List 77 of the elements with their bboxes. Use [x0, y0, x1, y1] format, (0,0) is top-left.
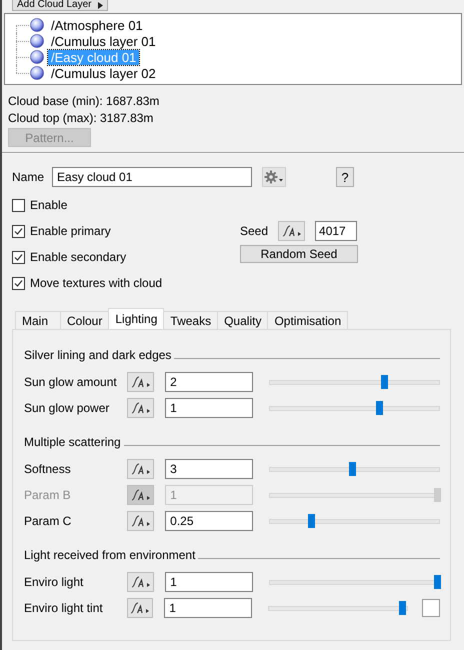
- tab[interactable]: Main: [15, 311, 61, 329]
- curve-icon: [130, 375, 152, 389]
- slider-thumb[interactable]: [399, 601, 406, 615]
- checkbox[interactable]: [12, 250, 25, 264]
- group-title: Light received from environment: [24, 548, 196, 562]
- tree-item[interactable]: /Atmosphere 01: [48, 18, 146, 32]
- value-field[interactable]: 2: [165, 372, 254, 392]
- animation-button[interactable]: [127, 485, 154, 505]
- sphere-icon: [30, 18, 44, 32]
- value-field[interactable]: 1: [165, 572, 254, 592]
- help-button[interactable]: ?: [336, 167, 354, 187]
- animation-button[interactable]: [127, 572, 154, 592]
- animation-button[interactable]: [278, 221, 306, 241]
- dropdown-arrow-icon: [98, 2, 102, 8]
- tab[interactable]: Lighting: [108, 308, 164, 329]
- group-title: Multiple scattering: [24, 434, 121, 448]
- parameter-label: Softness: [24, 462, 72, 476]
- random-seed-button[interactable]: Random Seed: [240, 245, 358, 263]
- slider[interactable]: [269, 375, 440, 389]
- group-title: Silver lining and dark edges: [24, 348, 172, 362]
- checkbox-label: Enable: [30, 198, 68, 212]
- parameter-label: Param B: [24, 488, 72, 502]
- slider[interactable]: [269, 575, 440, 589]
- curve-icon: [130, 401, 152, 415]
- slider[interactable]: [269, 462, 440, 476]
- checkbox[interactable]: [12, 224, 25, 238]
- name-label: Name: [12, 170, 44, 184]
- animation-button[interactable]: [127, 372, 154, 392]
- slider[interactable]: [268, 601, 408, 615]
- tree-item[interactable]: /Cumulus layer 02: [48, 66, 159, 80]
- slider-thumb[interactable]: [434, 575, 441, 589]
- tab[interactable]: Optimisation: [267, 311, 348, 329]
- parameter-label: Enviro light tint: [24, 601, 104, 615]
- curve-icon: [130, 514, 152, 528]
- checkbox-label: Enable secondary: [30, 250, 126, 264]
- checkbox[interactable]: [12, 276, 25, 290]
- seed-label: Seed: [240, 224, 268, 238]
- animation-button[interactable]: [127, 459, 154, 479]
- parameter-label: Sun glow power: [24, 401, 110, 415]
- seed-field[interactable]: 4017: [315, 221, 358, 241]
- parameter-label: Param C: [24, 514, 72, 528]
- checkbox[interactable]: [12, 198, 25, 212]
- checkbox-label: Move textures with cloud: [30, 276, 162, 290]
- curve-icon: [128, 601, 151, 615]
- sphere-icon: [30, 66, 44, 80]
- animation-button[interactable]: [127, 511, 154, 531]
- slider-thumb[interactable]: [308, 514, 315, 528]
- parameter-label: Sun glow amount: [24, 375, 118, 389]
- curve-icon: [280, 224, 303, 238]
- slider[interactable]: [269, 488, 440, 502]
- slider-thumb[interactable]: [381, 375, 388, 389]
- value-field[interactable]: 0.25: [165, 511, 254, 531]
- settings-icon: [264, 170, 284, 184]
- checkbox-label: Enable primary: [30, 224, 111, 238]
- info-text: Cloud top (max): 3187.83m: [8, 110, 154, 127]
- add-cloud-layer-button[interactable]: Add Cloud Layer: [12, 0, 108, 11]
- parameter-label: Enviro light: [24, 575, 84, 589]
- curve-icon: [130, 462, 152, 476]
- curve-icon: [130, 575, 152, 589]
- tree-item[interactable]: /Cumulus layer 01: [48, 34, 159, 48]
- info-text: Cloud base (min): 1687.83m: [8, 93, 160, 110]
- slider[interactable]: [269, 401, 440, 415]
- curve-icon: [130, 488, 152, 502]
- value-field[interactable]: 1: [165, 398, 254, 418]
- animation-button[interactable]: [127, 398, 154, 418]
- slider[interactable]: [269, 514, 440, 528]
- slider-thumb[interactable]: [376, 401, 383, 415]
- color-swatch[interactable]: [422, 599, 440, 617]
- value-field[interactable]: 1: [164, 598, 252, 618]
- name-field[interactable]: Easy cloud 01: [52, 167, 252, 187]
- settings-button[interactable]: [262, 167, 286, 187]
- sphere-icon: [30, 34, 44, 48]
- animation-button[interactable]: [126, 598, 154, 618]
- tab[interactable]: Quality: [217, 311, 268, 329]
- value-field[interactable]: 3: [165, 459, 254, 479]
- slider-thumb[interactable]: [348, 462, 356, 476]
- sphere-icon: [30, 50, 44, 64]
